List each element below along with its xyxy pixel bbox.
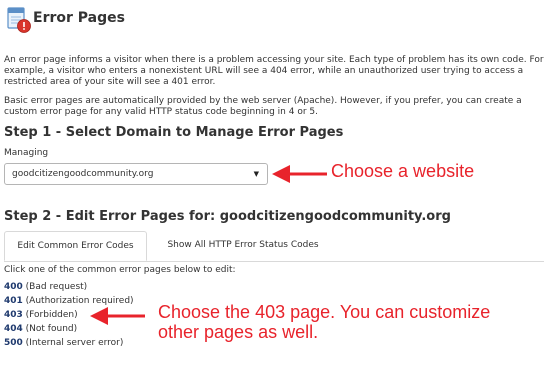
error-code-tabs: Edit Common Error Codes Show All HTTP Er…	[4, 231, 544, 262]
page-title: Error Pages	[33, 10, 125, 26]
annotation-choose-website: Choose a website	[331, 161, 475, 181]
tab-edit-common-error-codes[interactable]: Edit Common Error Codes	[4, 231, 147, 261]
intro-paragraph-1: An error page informs a visitor when the…	[4, 55, 544, 87]
domain-select-value: goodcitizengoodcommunity.org	[12, 169, 154, 179]
error-code-500-link[interactable]: 500	[4, 338, 23, 348]
dropdown-caret-icon: ▼	[253, 170, 259, 178]
annotation-choose-403: Choose the 403 page. You can customize o…	[158, 302, 538, 342]
error-code-label: (Bad request)	[25, 282, 88, 292]
error-code-400-link[interactable]: 400	[4, 282, 23, 292]
managing-label: Managing	[4, 148, 49, 158]
list-item[interactable]: 500 (Internal server error)	[4, 336, 134, 350]
error-code-403-link[interactable]: 403	[4, 310, 23, 320]
arrow-annotation-icon	[272, 165, 327, 183]
domain-select[interactable]: goodcitizengoodcommunity.org ▼	[4, 163, 268, 185]
step2-heading: Step 2 - Edit Error Pages for: goodcitiz…	[4, 209, 451, 224]
error-code-401-link[interactable]: 401	[4, 296, 23, 306]
annotation-line-2: other pages as well.	[158, 322, 319, 342]
error-code-label: (Internal server error)	[25, 338, 124, 348]
error-code-label: (Forbidden)	[25, 310, 78, 320]
error-code-label: (Not found)	[25, 324, 78, 334]
instructions-text: Click one of the common error pages belo…	[4, 265, 236, 275]
step1-heading: Step 1 - Select Domain to Manage Error P…	[4, 125, 344, 140]
arrow-annotation-icon	[90, 307, 145, 325]
error-pages-icon	[7, 7, 31, 33]
annotation-line-1: Choose the 403 page. You can customize	[158, 302, 491, 322]
list-item[interactable]: 400 (Bad request)	[4, 280, 134, 294]
tab-show-all-http-codes[interactable]: Show All HTTP Error Status Codes	[148, 231, 338, 261]
error-code-404-link[interactable]: 404	[4, 324, 23, 334]
intro-paragraph-2: Basic error pages are automatically prov…	[4, 96, 522, 117]
error-code-label: (Authorization required)	[25, 296, 134, 306]
